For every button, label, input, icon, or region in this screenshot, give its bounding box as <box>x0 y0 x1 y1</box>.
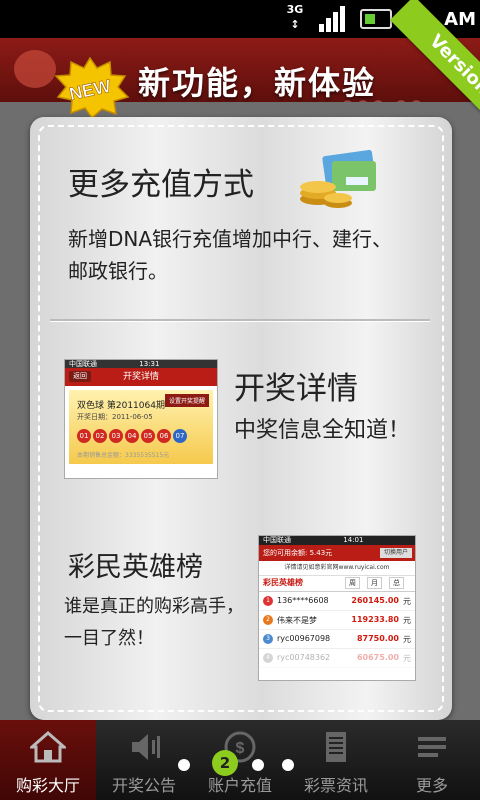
blue-ball: 07 <box>173 429 187 443</box>
row-amount: 60675.00 <box>356 653 399 662</box>
thumb-time: 14:01 <box>343 536 364 544</box>
tab-label: 购彩大厅 <box>15 776 80 795</box>
row-user: 伟来不是梦 <box>277 616 317 625</box>
battery-icon <box>360 9 392 29</box>
menu-icon <box>418 737 446 757</box>
thumb-carrier: 中国联通 <box>263 536 291 544</box>
feature-title-draw-details: 开奖详情 <box>234 371 358 407</box>
rank-badge: 1 <box>263 596 273 606</box>
thumb-board-title: 彩民英雄榜 <box>263 578 303 587</box>
feature-desc-recharge: 新增DNA银行充值增加中行、建行、 邮政银行。 <box>68 223 392 287</box>
feature-desc-line: 谁是真正的购彩高手， <box>64 596 244 617</box>
network-3g-icon: 3G ↕ <box>286 3 304 31</box>
speaker-icon <box>132 734 160 760</box>
tab-more[interactable]: 更多 <box>384 720 480 800</box>
red-ball: 01 <box>77 429 91 443</box>
thumb-note: 本期销售总金额：3335535515元 <box>77 452 170 459</box>
tab-label: 更多 <box>415 776 448 795</box>
thumb-tab: 月 <box>367 577 382 589</box>
feature-desc-hero-board: 谁是真正的购彩高手， 一目了然！ <box>64 591 244 655</box>
row-user: ryc00748362 <box>277 653 331 662</box>
row-unit: 元 <box>403 616 411 625</box>
thumb-title: 开奖详情 <box>122 372 159 382</box>
thumb-header: 返回 开奖详情 <box>65 368 217 386</box>
rank-badge: 2 <box>263 615 273 625</box>
feature-title-hero-board: 彩民英雄榜 <box>68 552 203 583</box>
thumb-status-bar: 中国联通 13:31 <box>65 360 217 368</box>
thumb-time: 13:31 <box>139 360 160 368</box>
divider <box>50 319 430 321</box>
feature-desc-draw-details: 中奖信息全知道！ <box>234 418 411 443</box>
thumb-draw-name: 双色球 第2011064期 <box>77 401 165 411</box>
thumb-status-bar: 中国联通 14:01 <box>259 536 415 545</box>
new-badge-icon: NEW <box>54 56 130 118</box>
page-title: 新功能，新体验 <box>138 64 377 102</box>
page-dot[interactable] <box>252 759 264 771</box>
thumb-carrier: 中国联通 <box>69 360 97 368</box>
table-row: 3 ryc00967098 87750.00 元 <box>259 630 415 649</box>
feature-desc-line: 邮政银行。 <box>68 259 168 283</box>
tab-lottery-hall[interactable]: 购彩大厅 <box>0 720 96 800</box>
red-ball: 02 <box>93 429 107 443</box>
home-icon <box>30 731 66 763</box>
page-dot[interactable] <box>178 759 190 771</box>
row-amount: 87750.00 <box>356 634 399 643</box>
red-ball: 04 <box>125 429 139 443</box>
row-user: 136****6608 <box>277 596 329 605</box>
thumb-tabs: 彩民英雄榜 周 月 总 <box>259 576 415 592</box>
clock: AM <box>444 9 476 30</box>
page-indicator: 2 <box>178 750 308 780</box>
feature-card[interactable]: 更多充值方式 新增DNA银行充值增加中行、建行、 邮政银行。 中国联通 13:3… <box>30 117 452 720</box>
table-row: 1 136****6608 260145.00 元 <box>259 592 415 611</box>
row-amount: 260145.00 <box>351 596 399 605</box>
thumb-switch-user: 切换用户 <box>379 548 412 558</box>
page-dot[interactable] <box>282 759 294 771</box>
thumb-balance: 您的可用余额: 5.43元 切换用户 <box>259 545 415 561</box>
lottery-detail-thumbnail: 中国联通 13:31 返回 开奖详情 双色球 第2011064期 设置开奖提醒 … <box>64 359 218 479</box>
rank-badge: 4 <box>263 653 273 663</box>
thumb-tab: 总 <box>389 577 404 589</box>
network-label: 3G <box>286 3 304 16</box>
hero-board-thumbnail: 中国联通 14:01 您的可用余额: 5.43元 切换用户 详情请见如意彩官网ww… <box>258 535 416 681</box>
signal-icon <box>319 6 345 32</box>
page-dot-current[interactable]: 2 <box>212 750 238 776</box>
thumb-tab: 周 <box>345 577 360 589</box>
row-user: ryc00967098 <box>277 634 331 643</box>
thumb-remind-button: 设置开奖提醒 <box>164 394 209 407</box>
rank-badge: 3 <box>263 634 273 644</box>
thumb-site-text: 详情请见如意彩官网www.ruyicai.com <box>259 561 415 576</box>
thumb-balance-text: 您的可用余额: 5.43元 <box>263 549 333 557</box>
thumb-panel: 双色球 第2011064期 设置开奖提醒 开奖日期：2011-06-05 01 … <box>69 390 213 464</box>
thumb-draw-date: 开奖日期：2011-06-05 <box>77 413 153 421</box>
red-ball: 05 <box>141 429 155 443</box>
coins-card-icon <box>300 149 376 208</box>
row-unit: 元 <box>403 635 411 644</box>
row-amount: 119233.80 <box>351 615 399 624</box>
row-unit: 元 <box>403 597 411 606</box>
feature-desc-line: 新增DNA银行充值增加中行、建行、 <box>68 227 393 251</box>
feature-title-recharge: 更多充值方式 <box>68 167 254 203</box>
table-row: 2 伟来不是梦 119233.80 元 <box>259 611 415 630</box>
row-unit: 元 <box>403 654 411 663</box>
document-icon <box>326 732 346 762</box>
table-row: 4 ryc00748362 60675.00 元 <box>259 649 415 668</box>
feature-desc-line: 一目了然！ <box>64 628 154 649</box>
red-ball: 03 <box>109 429 123 443</box>
red-ball: 06 <box>157 429 171 443</box>
thumb-back: 返回 <box>69 371 91 382</box>
